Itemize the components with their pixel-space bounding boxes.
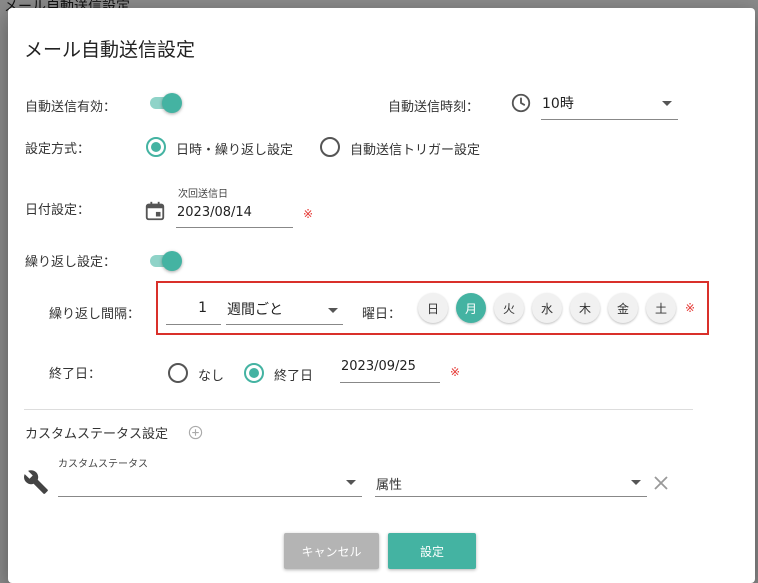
weekday-sun[interactable]: 日 — [418, 293, 448, 323]
wrench-icon — [24, 470, 48, 494]
add-circle-icon[interactable] — [188, 425, 203, 440]
weekday-label: 曜日： — [362, 307, 402, 322]
cancel-button[interactable]: キャンセル — [284, 533, 379, 569]
section-divider — [24, 409, 693, 410]
weekday-tue[interactable]: 火 — [494, 293, 524, 323]
next-send-date-caption: 次回送信日 — [178, 189, 228, 200]
end-date-label: 終了日： — [49, 367, 102, 382]
method-label: 設定方式： — [25, 142, 91, 157]
close-icon[interactable] — [653, 475, 669, 491]
weekday-thu[interactable]: 木 — [570, 293, 600, 323]
attribute-select[interactable]: 属性 — [375, 469, 647, 497]
weekday-sat[interactable]: 土 — [646, 293, 676, 323]
end-option-none-label: なし — [198, 369, 225, 384]
interval-label: 繰り返し間隔： — [49, 307, 141, 322]
method-radio-trigger[interactable] — [320, 137, 340, 157]
chevron-down-icon — [662, 101, 672, 106]
interval-count-input[interactable]: 1 — [166, 296, 221, 325]
next-send-date-value: 2023/08/14 — [177, 205, 252, 220]
end-radio-date[interactable] — [244, 363, 264, 383]
method-option-trigger-label: 自動送信トリガー設定 — [350, 143, 481, 158]
auto-send-time-value: 10時 — [542, 96, 574, 112]
calendar-icon[interactable] — [144, 200, 166, 222]
chevron-down-icon — [631, 480, 641, 485]
auto-send-time-select[interactable]: 10時 — [541, 92, 678, 120]
repeat-label: 繰り返し設定： — [25, 255, 117, 270]
confirm-button[interactable]: 設定 — [388, 533, 476, 569]
end-radio-none[interactable] — [168, 363, 188, 383]
attribute-placeholder: 属性 — [376, 478, 403, 493]
weekday-mon[interactable]: 月 — [456, 293, 486, 323]
weekday-wed[interactable]: 水 — [532, 293, 562, 323]
custom-status-caption: カスタムステータス — [58, 459, 148, 470]
clock-icon — [511, 93, 531, 113]
next-send-date-input[interactable]: 2023/08/14 — [176, 201, 293, 228]
date-label: 日付設定： — [25, 203, 91, 218]
dialog-title: メール自動送信設定 — [24, 39, 196, 61]
repeat-toggle[interactable] — [148, 251, 182, 271]
weekday-fri[interactable]: 金 — [608, 293, 638, 323]
auto-send-time-label: 自動送信時刻： — [388, 100, 480, 115]
interval-count-value: 1 — [198, 300, 207, 316]
end-date-input[interactable]: 2023/09/25 — [340, 355, 440, 383]
required-mark-date: ※ — [303, 207, 314, 221]
chevron-down-icon — [346, 480, 356, 485]
custom-status-select[interactable] — [58, 469, 362, 497]
interval-unit-select[interactable]: 週間ごと — [226, 296, 343, 325]
custom-status-title: カスタムステータス設定 — [25, 427, 169, 442]
required-mark-weekday: ※ — [685, 301, 696, 315]
auto-send-enabled-label: 自動送信有効： — [25, 100, 117, 115]
method-radio-datetime[interactable] — [146, 137, 166, 157]
interval-unit-value: 週間ごと — [227, 302, 283, 318]
chevron-down-icon — [328, 308, 338, 313]
auto-send-dialog: メール自動送信設定 自動送信有効： 自動送信時刻： 10時 設定方式： 日時・繰… — [8, 8, 755, 583]
method-option-datetime-label: 日時・繰り返し設定 — [176, 143, 294, 158]
auto-send-enabled-toggle[interactable] — [148, 93, 182, 113]
end-date-value: 2023/09/25 — [341, 359, 416, 374]
end-option-date-label: 終了日 — [274, 369, 314, 384]
required-mark-end-date: ※ — [450, 365, 461, 379]
